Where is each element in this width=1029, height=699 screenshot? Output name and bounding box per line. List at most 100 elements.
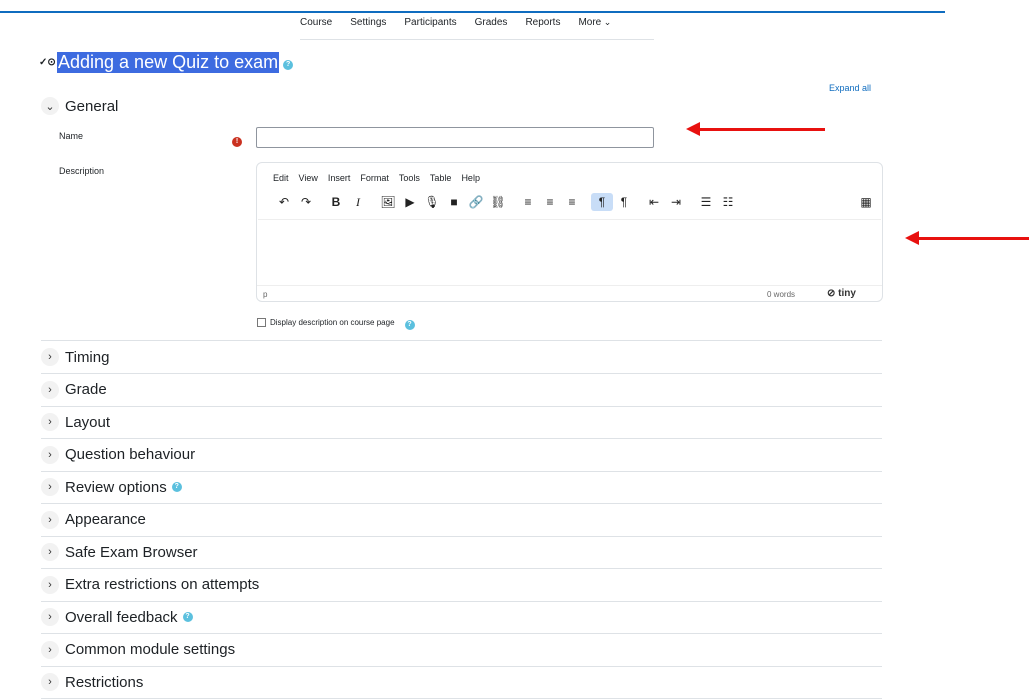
section-header[interactable]: › Extra restrictions on attempts (41, 575, 260, 594)
section-header[interactable]: › Layout (41, 413, 110, 431)
chevron-right-icon[interactable]: › (41, 575, 59, 594)
section-divider (41, 373, 882, 374)
help-icon[interactable]: ? (182, 612, 193, 622)
tiny-logo: ⊘ tiny (827, 288, 856, 299)
section-header[interactable]: › Grade (41, 380, 107, 399)
name-field[interactable] (256, 127, 654, 148)
indent-icon[interactable]: ⇥ (665, 193, 687, 211)
section-header[interactable]: › Review options? (41, 478, 182, 496)
link-icon[interactable]: 🔗 (465, 193, 487, 211)
section-general[interactable]: ⌄ General (41, 97, 118, 115)
tab-grades[interactable]: Grades (475, 17, 508, 28)
chevron-right-icon[interactable]: › (41, 673, 59, 691)
tab-more[interactable]: More (578, 17, 611, 28)
page-header: ✓⊙ Adding a new Quiz to exam ? (39, 52, 294, 73)
expand-all-link[interactable]: Expand all (829, 83, 871, 93)
chevron-right-icon[interactable]: › (41, 640, 59, 659)
video-icon[interactable]: ■ (443, 193, 465, 211)
description-editor: Edit View Insert Format Tools Table Help… (256, 162, 883, 302)
numbered-list-icon[interactable]: ☷ (717, 193, 739, 211)
display-description-option: Display description on course page ? (257, 314, 415, 330)
section-header[interactable]: › Timing (41, 348, 109, 366)
section-divider (41, 633, 882, 634)
editor-statusbar: p 0 words ⊘ tiny (257, 285, 882, 302)
section-title: Question behaviour (65, 446, 196, 463)
nav-divider (300, 39, 654, 40)
outdent-icon[interactable]: ⇤ (643, 193, 665, 211)
menu-format[interactable]: Format (360, 173, 389, 183)
tab-settings[interactable]: Settings (350, 17, 386, 28)
tab-participants[interactable]: Participants (404, 17, 456, 28)
quiz-icon: ✓⊙ (39, 57, 56, 68)
tiny-brand-text: tiny (838, 288, 856, 299)
section-title: Timing (65, 348, 110, 366)
help-icon[interactable]: ? (283, 59, 294, 70)
word-count[interactable]: 0 words (767, 290, 795, 299)
required-icon: ! (232, 137, 242, 147)
section-title: Safe Exam Browser (65, 543, 198, 561)
menu-tools[interactable]: Tools (399, 173, 420, 183)
menu-view[interactable]: View (299, 173, 318, 183)
image-icon[interactable]: 🖼 (377, 193, 399, 211)
section-title: Review options (65, 478, 167, 496)
name-label: Name (59, 131, 84, 141)
chevron-right-icon[interactable]: › (41, 413, 59, 431)
section-title: General (65, 97, 119, 115)
section-title: Grade (65, 381, 107, 398)
chevron-right-icon[interactable]: › (41, 380, 59, 399)
section-header[interactable]: › Question behaviour (41, 445, 196, 464)
section-header[interactable]: › Common module settings (41, 640, 235, 659)
header-border (0, 11, 945, 13)
display-description-label: Display description on course page (270, 317, 395, 327)
chevron-right-icon[interactable]: › (41, 478, 59, 496)
section-title: Layout (65, 413, 111, 431)
description-label: Description (59, 166, 105, 176)
microphone-icon[interactable]: 🎙 (421, 193, 443, 211)
align-left-icon[interactable]: ≡ (517, 193, 539, 211)
chevron-right-icon[interactable]: › (41, 608, 59, 626)
chevron-right-icon[interactable]: › (41, 543, 59, 561)
tab-course[interactable]: Course (300, 17, 332, 28)
chevron-down-icon[interactable]: ⌄ (41, 97, 59, 115)
bullet-list-icon[interactable]: ☰ (695, 193, 717, 211)
menu-table[interactable]: Table (430, 173, 452, 183)
undo-icon[interactable]: ↶ (273, 193, 295, 211)
rtl-icon[interactable]: ¶ (613, 193, 635, 211)
italic-icon[interactable]: I (347, 193, 369, 211)
chevron-right-icon[interactable]: › (41, 445, 59, 464)
chevron-right-icon[interactable]: › (41, 510, 59, 529)
table-icon[interactable]: ▦ (855, 193, 877, 211)
annotation-arrow (905, 231, 1029, 245)
bold-icon[interactable]: B (325, 193, 347, 211)
section-divider (41, 405, 882, 407)
display-description-checkbox[interactable] (257, 317, 266, 327)
menu-edit[interactable]: Edit (273, 173, 289, 183)
help-icon[interactable]: ? (404, 320, 415, 330)
tab-reports[interactable]: Reports (525, 17, 560, 28)
section-divider (41, 340, 882, 341)
element-path: p (263, 290, 268, 299)
section-title: Extra restrictions on attempts (65, 576, 260, 593)
unlink-icon[interactable]: ⛓ (487, 193, 509, 211)
section-title: Appearance (65, 511, 146, 528)
section-divider (41, 665, 882, 667)
section-divider (41, 470, 882, 472)
align-right-icon[interactable]: ≡ (561, 193, 583, 211)
menu-insert[interactable]: Insert (328, 173, 351, 183)
align-center-icon[interactable]: ≡ (539, 193, 561, 211)
ltr-icon[interactable]: ¶ (591, 193, 613, 211)
media-icon[interactable]: ▶ (399, 193, 421, 211)
chevron-right-icon[interactable]: › (41, 348, 59, 366)
help-icon[interactable]: ? (171, 482, 182, 492)
section-title: Restrictions (65, 673, 144, 691)
section-header[interactable]: › Overall feedback? (41, 608, 193, 626)
editor-content-area[interactable] (258, 219, 881, 286)
section-divider (41, 438, 882, 439)
redo-icon[interactable]: ↷ (295, 193, 317, 211)
section-header[interactable]: › Safe Exam Browser (41, 543, 198, 561)
editor-menubar: Edit View Insert Format Tools Table Help (273, 173, 490, 183)
section-header[interactable]: › Restrictions (41, 673, 143, 691)
menu-help[interactable]: Help (461, 173, 480, 183)
section-header[interactable]: › Appearance (41, 510, 146, 529)
editor-toolbar: ↶ ↷ B I 🖼 ▶ 🎙 ■ 🔗 ⛓ ≡ ≡ ≡ ¶ ¶ ⇤ ⇥ ☰ ☷ ▦ (273, 193, 872, 211)
